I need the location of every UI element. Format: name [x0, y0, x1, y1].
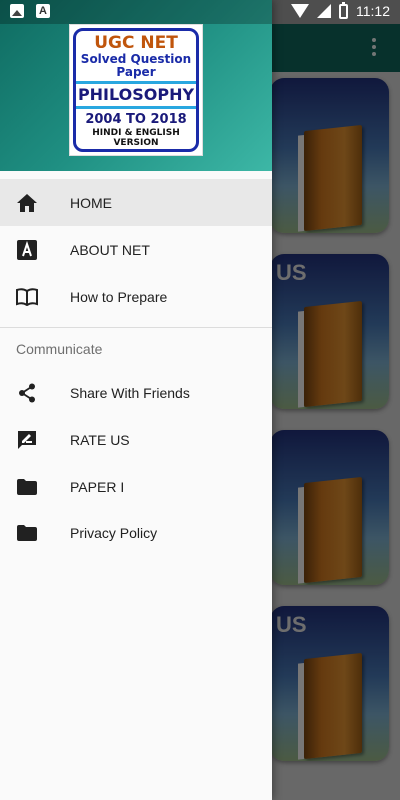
menu-item-label: RATE US — [70, 432, 130, 449]
menu-item-privacy-policy[interactable]: Privacy Policy — [0, 510, 272, 557]
status-time: 11:12 — [356, 3, 390, 19]
a-icon: A — [36, 4, 50, 18]
drawer-header: UGC NET Solved Question Paper PHILOSOPHY… — [0, 0, 272, 171]
menu-item-label: Share With Friends — [70, 385, 190, 402]
wifi-icon — [291, 4, 309, 18]
menu-item-rate-us[interactable]: RATE US — [0, 417, 272, 464]
section-title: Communicate — [16, 341, 103, 357]
menu-item-label: HOME — [70, 194, 112, 211]
navigation-drawer: UGC NET Solved Question Paper PHILOSOPHY… — [0, 0, 272, 800]
book-icon — [16, 286, 38, 308]
menu-item-share[interactable]: Share With Friends — [0, 370, 272, 417]
a-box-icon — [16, 239, 38, 261]
menu-item-home[interactable]: HOME — [0, 179, 272, 226]
rate-icon — [16, 429, 38, 451]
logo-line: HINDI & ENGLISH — [92, 128, 180, 138]
folder-icon — [16, 522, 38, 544]
folder-icon — [16, 476, 38, 498]
menu-item-label: ABOUT NET — [70, 241, 150, 258]
app-logo: UGC NET Solved Question Paper PHILOSOPHY… — [69, 24, 203, 156]
menu-item-label: PAPER I — [70, 478, 125, 495]
logo-line: 2004 TO 2018 — [85, 112, 187, 127]
logo-line: PHILOSOPHY — [76, 81, 196, 109]
menu-item-how-to-prepare[interactable]: How to Prepare — [0, 273, 272, 320]
menu-item-paper-1[interactable]: PAPER I — [0, 463, 272, 510]
menu-item-label: Privacy Policy — [70, 525, 158, 542]
signal-icon — [317, 4, 331, 18]
home-icon — [16, 192, 38, 214]
logo-line: UGC NET — [94, 33, 178, 53]
image-icon — [10, 4, 24, 18]
menu-item-about-net[interactable]: ABOUT NET — [0, 226, 272, 273]
drawer-menu: HOME ABOUT NET How to Prepare Communicat… — [0, 179, 272, 557]
logo-line: VERSION — [113, 138, 159, 148]
logo-line: Paper — [116, 65, 156, 79]
share-icon — [16, 382, 38, 404]
battery-icon — [339, 1, 348, 19]
menu-item-label: How to Prepare — [70, 288, 168, 305]
status-bar: A 11:12 — [0, 0, 400, 24]
